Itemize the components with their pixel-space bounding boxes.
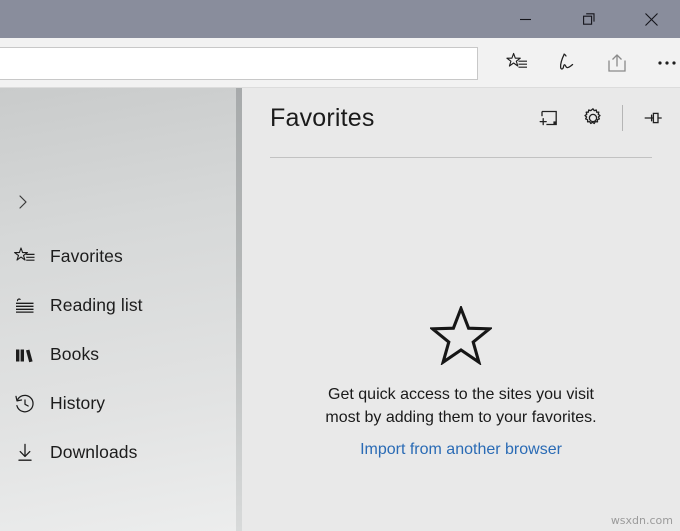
sidebar-item-label: Reading list <box>50 295 143 315</box>
restore-button[interactable] <box>566 0 612 38</box>
sidebar-item-reading-list[interactable]: Reading list <box>0 281 236 330</box>
sidebar-item-books[interactable]: Books <box>0 330 236 379</box>
pin-button[interactable] <box>630 96 674 140</box>
restore-icon <box>582 12 596 26</box>
favorites-hub-icon <box>505 51 529 75</box>
address-input[interactable] <box>0 47 478 80</box>
star-outline-icon <box>242 306 680 365</box>
close-button[interactable] <box>628 0 674 38</box>
sidebar-item-list: Favorites Reading list Books History Dow… <box>0 232 236 477</box>
sidebar-item-favorites[interactable]: Favorites <box>0 232 236 281</box>
gear-icon <box>582 107 604 129</box>
minimize-button[interactable] <box>502 0 548 38</box>
web-note-icon <box>555 51 579 75</box>
sidebar-item-label: Books <box>50 344 100 364</box>
panel-action-group <box>527 96 674 140</box>
more-button[interactable] <box>642 41 680 85</box>
panel-header: Favorites <box>242 88 680 148</box>
sidebar-item-label: Downloads <box>50 442 138 462</box>
share-icon <box>605 51 629 75</box>
sidebar-item-label: Favorites <box>50 246 123 266</box>
address-bar-container <box>0 47 478 80</box>
title-bar <box>0 0 680 38</box>
add-folder-icon <box>538 107 560 129</box>
downloads-arrow-icon <box>8 436 42 470</box>
share-button[interactable] <box>592 41 642 85</box>
history-clock-icon <box>8 387 42 421</box>
sidebar-expand-button[interactable] <box>4 186 42 222</box>
panel-header-rule <box>270 157 652 158</box>
web-note-button[interactable] <box>542 41 592 85</box>
sidebar-item-label: History <box>50 393 106 413</box>
empty-state-message: Get quick access to the sites you visit … <box>325 386 597 426</box>
favorites-empty-state: Get quick access to the sites you visit … <box>242 306 680 459</box>
watermark: wsxdn.com <box>610 514 673 527</box>
edge-browser-window: Favorites Reading list Books History Dow… <box>0 0 680 531</box>
favorites-panel: Favorites Get quick access to the sites … <box>242 88 680 531</box>
sidebar-item-downloads[interactable]: Downloads <box>0 428 236 477</box>
action-divider <box>622 105 623 131</box>
favorites-hub-button[interactable] <box>492 41 542 85</box>
page-title: Favorites <box>270 104 375 132</box>
toolbar-icon-group <box>492 38 680 88</box>
import-browser-link[interactable]: Import from another browser <box>360 441 562 459</box>
settings-button[interactable] <box>571 96 615 140</box>
hub-sidebar: Favorites Reading list Books History Dow… <box>0 88 236 531</box>
sidebar-item-history[interactable]: History <box>0 379 236 428</box>
chevron-right-icon <box>14 193 32 216</box>
favorites-star-list-icon <box>8 240 42 274</box>
pin-icon <box>641 107 663 129</box>
browser-toolbar <box>0 38 680 88</box>
close-icon <box>644 12 659 27</box>
more-icon <box>655 51 679 75</box>
reading-list-icon <box>8 289 42 323</box>
minimize-icon <box>519 13 532 26</box>
books-icon <box>8 338 42 372</box>
add-folder-button[interactable] <box>527 96 571 140</box>
